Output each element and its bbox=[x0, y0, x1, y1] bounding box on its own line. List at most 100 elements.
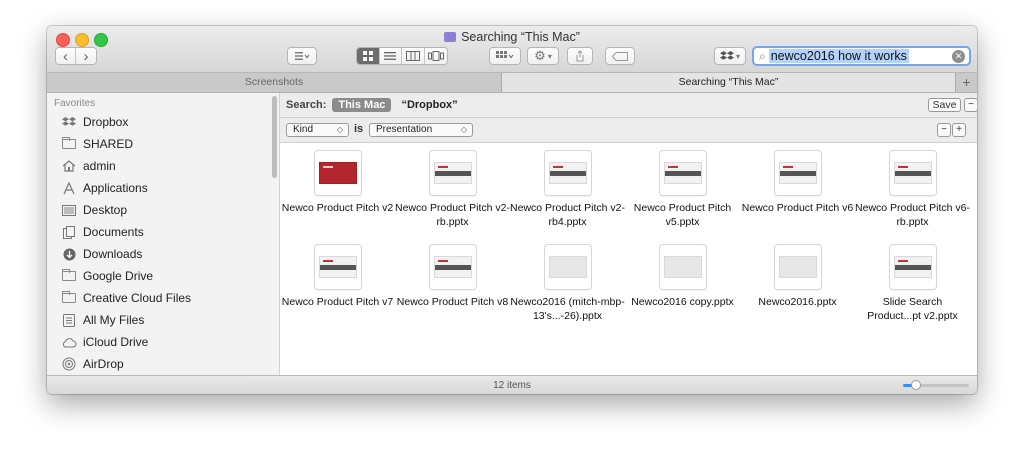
tag-icon bbox=[612, 51, 628, 61]
sidebar-item-label: Creative Cloud Files bbox=[83, 291, 192, 305]
sidebar-item-dropbox[interactable]: Dropbox bbox=[61, 112, 128, 132]
share-icon bbox=[576, 50, 584, 62]
share-button[interactable] bbox=[567, 47, 593, 65]
action-button[interactable]: ⚙ ▾ bbox=[527, 47, 559, 65]
file-item[interactable]: Newco Product Pitch v5.pptx bbox=[625, 143, 740, 239]
sidebar-item-label: Dropbox bbox=[83, 115, 129, 129]
arrange-button[interactable] bbox=[287, 47, 317, 65]
finder-window: Searching “This Mac” ‹ › ⚙ ▾ ▾ ⌕ newco20… bbox=[47, 26, 977, 394]
search-scope-label: Search: bbox=[286, 99, 327, 111]
scope-this-mac-button[interactable]: This Mac bbox=[332, 98, 392, 112]
sidebar-item-documents[interactable]: Documents bbox=[61, 222, 144, 242]
dropbox-icon bbox=[61, 115, 77, 129]
remove-criteria-button[interactable]: − bbox=[937, 123, 951, 137]
search-icon: ⌕ bbox=[759, 48, 766, 63]
file-item[interactable]: Newco2016.pptx bbox=[740, 237, 855, 333]
file-item[interactable]: Newco2016 (mitch-mbp-13's...-26).pptx bbox=[510, 237, 625, 333]
gear-icon: ⚙ bbox=[534, 48, 546, 63]
item-count: 12 items bbox=[493, 380, 531, 391]
file-item[interactable]: Newco Product Pitch v7 bbox=[280, 237, 395, 333]
sidebar-item-shared[interactable]: SHARED bbox=[61, 134, 133, 154]
column-view-icon[interactable] bbox=[402, 48, 425, 64]
file-item[interactable]: Newco Product Pitch v2-rb4.pptx bbox=[510, 143, 625, 239]
sidebar-item-label: SHARED bbox=[83, 137, 134, 151]
folder-icon bbox=[61, 269, 77, 283]
icon-view-icon[interactable] bbox=[357, 48, 380, 64]
file-item[interactable]: Newco2016 copy.pptx bbox=[625, 237, 740, 333]
sidebar-scrollbar[interactable] bbox=[272, 96, 277, 178]
sidebar-section-favorites: Favorites bbox=[54, 98, 96, 109]
search-field[interactable]: ⌕ newco2016 how it works ✕ bbox=[752, 46, 971, 66]
window-title: Searching “This Mac” bbox=[47, 30, 977, 44]
sidebar-item-admin[interactable]: admin bbox=[61, 156, 116, 176]
sidebar-item-label: Downloads bbox=[83, 247, 143, 261]
tab-screenshots[interactable]: Screenshots bbox=[47, 73, 502, 92]
sidebar-item-icloud-drive[interactable]: iCloud Drive bbox=[61, 332, 148, 352]
presentation-thumbnail bbox=[775, 151, 821, 195]
documents-icon bbox=[61, 225, 77, 239]
criteria-operator: is bbox=[354, 123, 364, 135]
file-name: Newco Product Pitch v2-rb4.pptx bbox=[510, 202, 625, 228]
status-bar: 12 items bbox=[47, 375, 977, 394]
file-item[interactable]: Slide Search Product...pt v2.pptx bbox=[855, 237, 970, 333]
file-item[interactable]: Newco Product Pitch v6-rb.pptx bbox=[855, 143, 970, 239]
window-title-text: Searching “This Mac” bbox=[461, 30, 580, 44]
file-item[interactable]: Newco Product Pitch v6 bbox=[740, 143, 855, 239]
back-button[interactable]: ‹ bbox=[56, 48, 76, 64]
sidebar-item-downloads[interactable]: Downloads bbox=[61, 244, 142, 264]
sidebar-item-all-my-files[interactable]: All My Files bbox=[61, 310, 144, 330]
icon-size-slider[interactable] bbox=[903, 380, 969, 390]
presentation-thumbnail bbox=[315, 245, 361, 289]
tab-searching-this-mac[interactable]: Searching “This Mac” bbox=[502, 73, 956, 92]
arrange-icon bbox=[295, 52, 310, 60]
forward-button[interactable]: › bbox=[76, 48, 96, 64]
sidebar-item-label: admin bbox=[83, 159, 116, 173]
folder-icon bbox=[61, 291, 77, 305]
criteria-attribute-value: Kind bbox=[293, 124, 314, 135]
icon-size-slider-knob[interactable] bbox=[911, 380, 922, 390]
file-name: Newco2016 (mitch-mbp-13's...-26).pptx bbox=[510, 296, 625, 322]
chevron-down-icon: ▾ bbox=[547, 51, 552, 61]
group-button[interactable] bbox=[489, 47, 521, 65]
file-item[interactable]: Newco Product Pitch v8 bbox=[395, 237, 510, 333]
file-name: Newco Product Pitch v8 bbox=[396, 296, 509, 308]
file-name: Newco2016.pptx bbox=[758, 296, 837, 308]
add-criteria-button[interactable]: + bbox=[952, 123, 966, 137]
presentation-thumbnail bbox=[430, 245, 476, 289]
sidebar-item-label: All My Files bbox=[83, 313, 145, 327]
new-tab-button[interactable]: + bbox=[956, 73, 977, 92]
cloud-icon bbox=[61, 335, 77, 349]
presentation-thumbnail bbox=[890, 151, 936, 195]
tag-button[interactable] bbox=[605, 47, 635, 65]
clear-search-icon[interactable]: ✕ bbox=[952, 50, 965, 63]
cover-flow-icon[interactable] bbox=[424, 48, 447, 64]
sidebar-item-label: iCloud Drive bbox=[83, 335, 149, 349]
file-name: Newco Product Pitch v2-rb.pptx bbox=[395, 202, 510, 228]
presentation-thumbnail bbox=[545, 151, 591, 195]
sidebar-item-google-drive[interactable]: Google Drive bbox=[61, 266, 153, 286]
criteria-value-popup[interactable]: Presentation ◇ bbox=[369, 123, 473, 137]
search-results-pane: Search: This Mac “Dropbox” Save − Kind ◇… bbox=[280, 93, 977, 375]
save-search-button[interactable]: Save bbox=[928, 98, 961, 112]
folder-icon bbox=[61, 137, 77, 151]
list-view-icon[interactable] bbox=[379, 48, 403, 64]
remove-scope-button[interactable]: − bbox=[964, 98, 977, 112]
popup-arrows-icon: ◇ bbox=[460, 125, 467, 134]
sidebar-item-desktop[interactable]: Desktop bbox=[61, 200, 127, 220]
sidebar-item-creative-cloud-files[interactable]: Creative Cloud Files bbox=[61, 288, 191, 308]
sidebar-item-airdrop[interactable]: AirDrop bbox=[61, 354, 124, 374]
search-input[interactable]: newco2016 how it works bbox=[768, 49, 909, 63]
sidebar: Favorites Dropbox SHARED admin Applicati… bbox=[47, 93, 280, 375]
sidebar-item-label: Google Drive bbox=[83, 269, 154, 283]
view-mode-control bbox=[356, 47, 448, 65]
criteria-attribute-popup[interactable]: Kind ◇ bbox=[286, 123, 349, 137]
sidebar-item-applications[interactable]: Applications bbox=[61, 178, 148, 198]
file-item[interactable]: Newco Product Pitch v2 bbox=[280, 143, 395, 239]
sidebar-item-label: Documents bbox=[83, 225, 144, 239]
group-icon bbox=[496, 51, 514, 59]
tab-bar: Screenshots Searching “This Mac” + bbox=[47, 73, 977, 93]
dropbox-button[interactable]: ▾ bbox=[714, 47, 746, 65]
scope-dropbox-button[interactable]: “Dropbox” bbox=[401, 99, 457, 111]
file-item[interactable]: Newco Product Pitch v2-rb.pptx bbox=[395, 143, 510, 239]
presentation-thumbnail bbox=[660, 245, 706, 289]
